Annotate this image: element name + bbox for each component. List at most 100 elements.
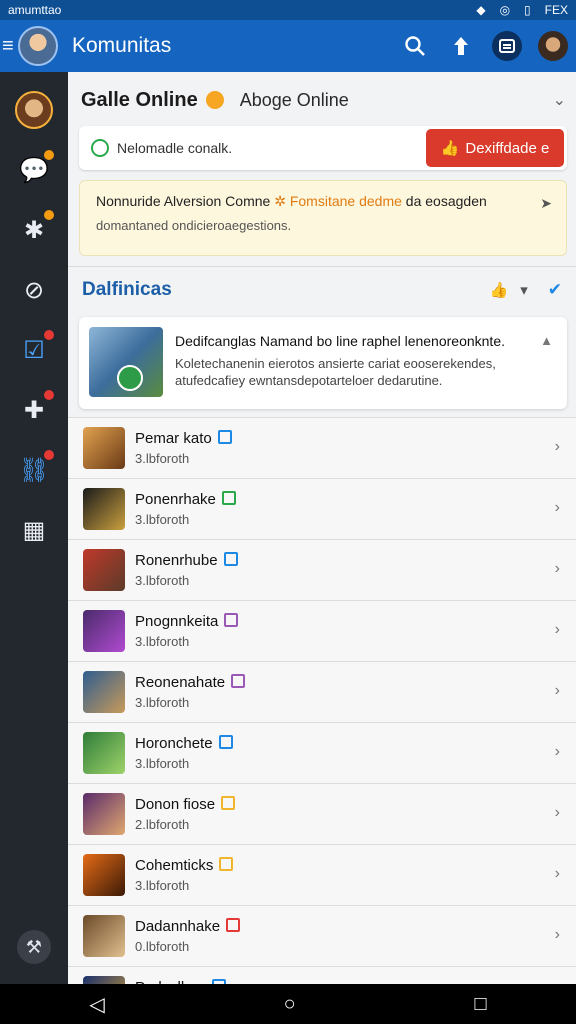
list-item[interactable]: Dadannhake 0.lbforoth ›	[68, 905, 576, 966]
chevron-up-icon[interactable]: ▲	[540, 333, 553, 348]
sidebar-item-grid[interactable]: ▦	[12, 508, 56, 552]
game-avatar	[83, 976, 125, 984]
game-avatar	[83, 732, 125, 774]
list-item[interactable]: Pedcalhoe3.lbforoth›	[68, 966, 576, 984]
sidebar-item-tools[interactable]: ✚	[12, 388, 56, 432]
chevron-right-icon: ›	[554, 499, 560, 516]
item-meta: 0.lbforoth	[135, 939, 190, 954]
item-name-text: Pemar kato	[135, 430, 212, 447]
list-item[interactable]: Ponenrhake 3.lbforoth ›	[68, 478, 576, 539]
notice-card[interactable]: Nonnuride Alversion Comne ✲ Fomsitane de…	[79, 180, 567, 256]
notification-badge	[44, 330, 54, 340]
item-meta: 3.lbforoth	[135, 451, 190, 466]
location-icon: ◆	[476, 3, 486, 17]
list-item[interactable]: Ronenrhube 3.lbforoth ›	[68, 539, 576, 600]
app-title: Komunitas	[72, 34, 172, 57]
settings-icon[interactable]: ⚒	[17, 930, 51, 964]
main-content: Galle Online Aboge Online ⌄ Nelomadle co…	[68, 72, 576, 984]
list-header-actions: 👍 ▾ ✔	[490, 280, 562, 300]
game-avatar	[83, 915, 125, 957]
list-item[interactable]: Pemar kato 3.lbforoth ›	[68, 417, 576, 478]
back-icon[interactable]: ◁	[89, 992, 104, 1017]
item-meta: 3.lbforoth	[135, 878, 190, 893]
list-item[interactable]: Horonchete 3.lbforoth ›	[68, 722, 576, 783]
notification-badge	[44, 390, 54, 400]
sidebar-avatar	[15, 91, 53, 129]
status-card: Nelomadle conalk. 👍 Dexiffdade e	[79, 126, 567, 170]
status-right-text: FEX	[544, 3, 568, 17]
game-avatar	[83, 549, 125, 591]
chevron-right-icon: ›	[554, 621, 560, 638]
compass-icon: ⊘	[23, 276, 45, 304]
recents-icon[interactable]: □	[474, 993, 486, 1016]
sidebar-item-chat[interactable]: 💬	[12, 148, 56, 192]
chevron-right-icon: ›	[554, 926, 560, 943]
featured-thumbnail	[89, 327, 163, 397]
checkmark-icon[interactable]: ✔	[548, 280, 562, 300]
profile-avatar[interactable]	[538, 31, 568, 61]
emoji-icon	[205, 91, 224, 109]
tag-icon	[219, 857, 234, 871]
community-avatar[interactable]	[18, 26, 58, 66]
link-icon: ⛓	[18, 456, 50, 484]
tag-icon	[218, 735, 233, 749]
status-bar: amumttao ◆ ◎ ▯ FEX	[0, 0, 576, 20]
featured-post[interactable]: Dedifcanglas Namand bo line raphel lenen…	[79, 317, 567, 409]
game-avatar	[83, 610, 125, 652]
dropdown-icon[interactable]: ▾	[520, 281, 528, 299]
notice-suffix: da eosagden	[405, 193, 487, 209]
sidebar-item-profile[interactable]	[12, 88, 56, 132]
item-name-text: Horonchete	[135, 735, 213, 752]
item-name: Pemar kato	[135, 430, 232, 447]
item-name-text: Pnognnkeita	[135, 613, 219, 630]
system-nav-bar: ◁ ○ □	[0, 984, 576, 1024]
sidebar-item-links[interactable]: ⛓	[12, 448, 56, 492]
list-item[interactable]: Pnognnkeita 3.lbforoth ›	[68, 600, 576, 661]
grid-icon: ▦	[22, 516, 46, 544]
chevron-right-icon: ›	[554, 682, 560, 699]
menu-icon[interactable]: ≡	[2, 35, 16, 58]
notice-highlight: ✲ Fomsitane dedme	[274, 193, 402, 209]
item-name: Ponenrhake	[135, 491, 236, 508]
tag-icon	[231, 674, 246, 688]
item-name: Ronenrhube	[135, 552, 238, 569]
sidebar-item-tasks[interactable]: ☑	[12, 328, 56, 372]
notice-line2: domantaned ondicieroaegestions.	[96, 218, 292, 233]
chevron-down-icon[interactable]: ⌄	[553, 90, 566, 110]
list-item[interactable]: Cohemticks 3.lbforoth ›	[68, 844, 576, 905]
item-meta: 3.lbforoth	[135, 634, 190, 649]
refresh-icon	[117, 365, 143, 391]
messages-icon[interactable]	[492, 31, 522, 61]
battery-icon: ▯	[524, 3, 531, 17]
item-name-text: Cohemticks	[135, 857, 214, 874]
notice-line1: Nonnuride Alversion Comne ✲ Fomsitane de…	[96, 193, 550, 210]
item-name: Pnognnkeita	[135, 613, 239, 630]
list-item[interactable]: Reonenahate 3.lbforoth ›	[68, 661, 576, 722]
like-icon[interactable]: 👍	[490, 281, 509, 299]
pin-icon[interactable]: ➤	[540, 195, 552, 212]
action-button[interactable]: 👍 Dexiffdade e	[426, 129, 564, 167]
item-name: Horonchete	[135, 735, 233, 752]
tag-icon	[221, 796, 236, 810]
check-circle-icon	[91, 139, 109, 157]
sidebar-item-explore[interactable]: ⊘	[12, 268, 56, 312]
member-list: Pemar kato 3.lbforoth › Ponenrhake 3.lbforot…	[68, 417, 576, 984]
upload-icon[interactable]	[446, 31, 476, 61]
list-item[interactable]: Donon fiose 2.lbforoth ›	[68, 783, 576, 844]
chevron-right-icon: ›	[554, 438, 560, 455]
thumbs-up-icon: 👍	[440, 140, 460, 157]
item-name-text: Dadannhake	[135, 918, 221, 935]
chevron-right-icon: ›	[554, 865, 560, 882]
notice-highlight-text: Fomsitane dedme	[289, 193, 402, 209]
sidebar: 💬 ✱ ⊘ ☑ ✚ ⛓ ▦ ⚒	[0, 72, 68, 984]
home-icon[interactable]: ○	[284, 993, 296, 1016]
app-bar: ≡ Komunitas	[0, 20, 576, 72]
search-icon[interactable]	[400, 31, 430, 61]
item-name: Reonenahate	[135, 674, 246, 691]
app-actions	[400, 31, 568, 61]
checkbox-icon: ☑	[23, 336, 45, 364]
game-avatar	[83, 854, 125, 896]
notice-prefix: Nonnuride Alversion Comne	[96, 193, 271, 209]
sidebar-item-puzzle[interactable]: ✱	[12, 208, 56, 252]
wrench-icon: ✚	[23, 396, 45, 424]
